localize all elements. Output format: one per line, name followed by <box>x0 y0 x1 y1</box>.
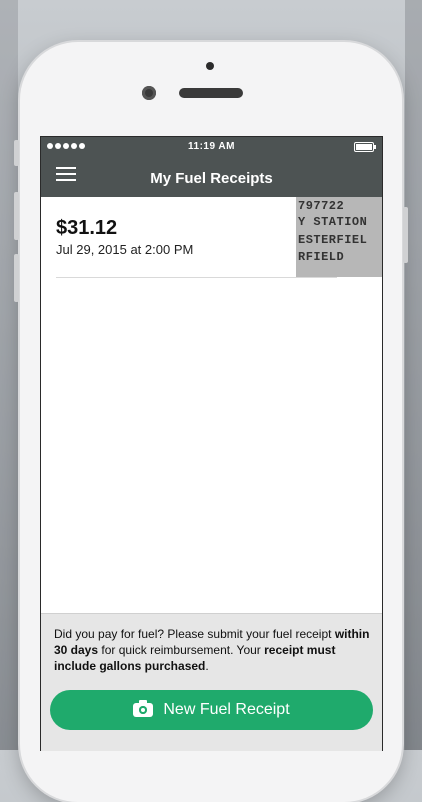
receipt-thumbnail-line: 797722 <box>298 199 345 213</box>
status-bar: 11:19 AM <box>41 137 382 157</box>
phone-side-button <box>14 254 19 302</box>
page-title: My Fuel Receipts <box>150 170 273 187</box>
notice-text: for quick reimbursement. Your <box>98 643 265 657</box>
background-stripe <box>0 0 18 750</box>
receipt-list: $31.12 Jul 29, 2015 at 2:00 PM 797722 Y … <box>41 197 382 278</box>
footer-panel: Did you pay for fuel? Please submit your… <box>41 613 382 751</box>
receipt-list-item[interactable]: $31.12 Jul 29, 2015 at 2:00 PM 797722 Y … <box>41 197 382 278</box>
camera-icon <box>133 700 154 717</box>
phone-side-button <box>403 207 408 263</box>
front-camera <box>142 86 156 100</box>
notice-text: Did you pay for fuel? Please submit your… <box>54 627 335 641</box>
receipt-thumbnail: 797722 Y STATION ESTERFIEL RFIELD <box>296 197 382 277</box>
app-screen: 11:19 AM My Fuel Receipts $31.12 Jul 29,… <box>40 136 383 751</box>
receipt-amount: $31.12 <box>56 217 118 239</box>
notice-text: . <box>205 659 209 673</box>
receipt-date: Jul 29, 2015 at 2:00 PM <box>56 242 194 257</box>
receipt-thumbnail-line: ESTERFIEL <box>298 233 368 247</box>
receipt-thumbnail-line: RFIELD <box>298 250 345 264</box>
phone-side-button <box>14 140 19 166</box>
navigation-bar: My Fuel Receipts <box>41 157 382 197</box>
receipt-thumbnail-line: Y STATION <box>298 215 368 229</box>
phone-side-button <box>14 192 19 240</box>
new-fuel-receipt-label: New Fuel Receipt <box>163 701 290 718</box>
background-stripe <box>405 0 422 750</box>
status-time: 11:19 AM <box>188 141 235 152</box>
phone-sensor <box>206 62 214 70</box>
new-fuel-receipt-button[interactable]: New Fuel Receipt <box>50 690 373 730</box>
battery-icon <box>354 142 376 152</box>
row-divider <box>56 277 337 278</box>
fuel-receipt-notice: Did you pay for fuel? Please submit your… <box>54 626 372 674</box>
phone-speaker <box>179 88 243 98</box>
